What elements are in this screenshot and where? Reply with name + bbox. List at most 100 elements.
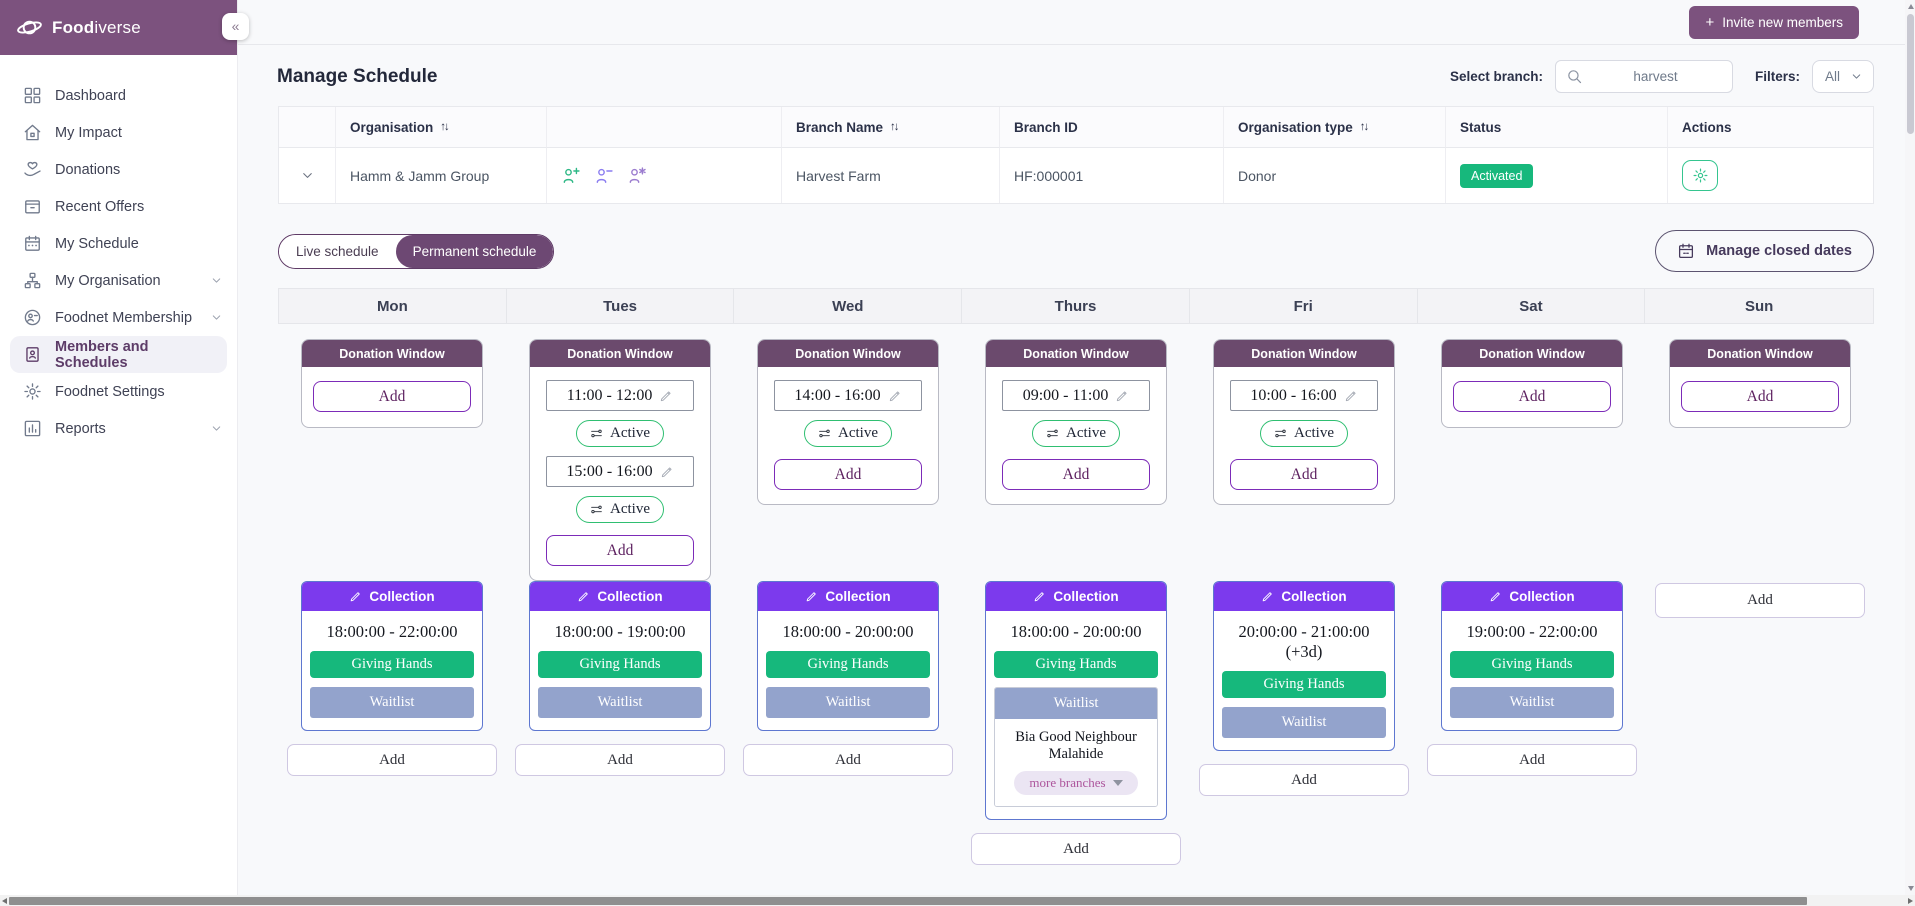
app-root: Foodiverse « Dashboard My Impact Donatio… — [0, 0, 1915, 906]
status-badge: Activated — [1460, 164, 1533, 188]
collection-card-header[interactable]: Collection — [530, 582, 710, 611]
add-collection-button[interactable]: Add — [287, 744, 497, 776]
sidebar-item-label: My Schedule — [55, 236, 139, 252]
edit-pencil-icon[interactable] — [660, 465, 674, 479]
scroll-down-arrow-icon[interactable] — [1908, 886, 1914, 891]
tab-live-schedule[interactable]: Live schedule — [279, 235, 396, 268]
scroll-left-arrow-icon[interactable] — [2, 898, 7, 904]
collection-card-header[interactable]: Collection — [1442, 582, 1622, 611]
collection-card-header[interactable]: Collection — [758, 582, 938, 611]
donation-time-input[interactable]: 11:00 - 12:00 — [546, 380, 694, 411]
sidebar-item-my-organisation[interactable]: My Organisation — [0, 262, 237, 299]
donation-time-input[interactable]: 15:00 - 16:00 — [546, 456, 694, 487]
collection-card-header[interactable]: Collection — [986, 582, 1166, 611]
remove-member-icon[interactable] — [594, 166, 614, 186]
vertical-scrollbar-thumb[interactable] — [1907, 14, 1914, 134]
add-donation-window-button[interactable]: Add — [774, 459, 922, 490]
add-donation-window-button[interactable]: Add — [1230, 459, 1378, 490]
donation-window-card: Donation Window Add — [301, 339, 483, 428]
horizontal-scrollbar-thumb[interactable] — [9, 897, 1807, 905]
sidebar-item-foodnet-settings[interactable]: Foodnet Settings — [0, 373, 237, 410]
waitlist-bar[interactable]: Waitlist — [995, 688, 1157, 719]
member-actions-cell — [547, 148, 782, 203]
add-collection-button[interactable]: Add — [1655, 583, 1865, 618]
window-active-badge[interactable]: Active — [1260, 420, 1348, 447]
calendar-icon — [23, 234, 42, 253]
invite-new-members-button[interactable]: + Invite new members — [1689, 6, 1859, 39]
add-donation-window-button[interactable]: Add — [1453, 381, 1611, 412]
donation-time-input[interactable]: 10:00 - 16:00 — [1230, 380, 1378, 411]
collection-card-header[interactable]: Collection — [1214, 582, 1394, 611]
sidebar-item-reports[interactable]: Reports — [0, 410, 237, 447]
sidebar-item-recent-offers[interactable]: Recent Offers — [0, 188, 237, 225]
collection-time: 18:00:00 - 22:00:00 — [310, 622, 474, 642]
edit-pencil-icon[interactable] — [659, 389, 673, 403]
add-donation-window-button[interactable]: Add — [313, 381, 471, 412]
calendar-icon — [1677, 242, 1695, 260]
add-collection-button[interactable]: Add — [1199, 764, 1409, 796]
sidebar-item-label: Donations — [55, 162, 120, 178]
tab-permanent-schedule[interactable]: Permanent schedule — [396, 235, 554, 268]
organisation-cell: Hamm & Jamm Group — [336, 148, 547, 203]
sidebar-item-members-and-schedules[interactable]: Members and Schedules — [10, 336, 227, 373]
window-active-badge[interactable]: Active — [804, 420, 892, 447]
waitlist-bar[interactable]: Waitlist — [1450, 687, 1614, 718]
sidebar-item-dashboard[interactable]: Dashboard — [0, 77, 237, 114]
collection-card-header[interactable]: Collection — [302, 582, 482, 611]
row-expand-toggle[interactable] — [279, 148, 336, 203]
collection-card: Collection 19:00:00 - 22:00:00 Giving Ha… — [1441, 581, 1623, 731]
edit-pencil-icon[interactable] — [888, 389, 902, 403]
waitlist-bar[interactable]: Waitlist — [1222, 707, 1386, 738]
branch-search-box[interactable] — [1555, 60, 1733, 93]
edit-pencil-icon[interactable] — [1344, 389, 1358, 403]
org-type-column-header[interactable]: Organisation type↑↓ — [1224, 107, 1446, 148]
add-collection-button[interactable]: Add — [743, 744, 953, 776]
add-member-icon[interactable] — [561, 166, 581, 186]
branch-name-column-header[interactable]: Branch Name↑↓ — [782, 107, 1000, 148]
waitlist-bar[interactable]: Waitlist — [538, 687, 702, 718]
window-active-badge[interactable]: Active — [576, 420, 664, 447]
collection-time: 18:00:00 - 20:00:00 — [994, 622, 1158, 642]
organisation-column-header[interactable]: Organisation↑↓ — [336, 107, 547, 148]
filter-select[interactable]: All — [1812, 60, 1874, 93]
row-settings-button[interactable] — [1682, 160, 1718, 191]
add-collection-button[interactable]: Add — [971, 833, 1181, 865]
window-active-badge[interactable]: Active — [576, 496, 664, 523]
scroll-up-arrow-icon[interactable] — [1908, 4, 1914, 9]
sidebar-item-my-impact[interactable]: My Impact — [0, 114, 237, 151]
add-donation-window-button[interactable]: Add — [1002, 459, 1150, 490]
donation-time-input[interactable]: 09:00 - 11:00 — [1002, 380, 1150, 411]
sidebar-item-my-schedule[interactable]: My Schedule — [0, 225, 237, 262]
sort-icon[interactable]: ↑↓ — [440, 121, 448, 133]
donation-window-title: Donation Window — [530, 340, 710, 367]
weekly-schedule-grid: Mon Tues Wed Thurs Fri Sat Sun Donation … — [278, 288, 1874, 865]
sort-icon[interactable]: ↑↓ — [1360, 121, 1368, 133]
scroll-right-arrow-icon[interactable] — [1908, 898, 1913, 904]
sort-icon[interactable]: ↑↓ — [890, 121, 898, 133]
sidebar-item-label: Recent Offers — [55, 199, 144, 215]
collection-time: 19:00:00 - 22:00:00 — [1450, 622, 1614, 642]
horizontal-scrollbar[interactable] — [0, 895, 1915, 906]
add-donation-window-button[interactable]: Add — [1681, 381, 1839, 412]
add-donation-window-button[interactable]: Add — [546, 535, 694, 566]
vertical-scrollbar[interactable] — [1905, 0, 1915, 895]
more-branches-button[interactable]: more branches — [1014, 771, 1137, 795]
edit-pencil-icon — [1033, 590, 1046, 603]
collection-col-sun: Add — [1646, 581, 1874, 865]
edit-pencil-icon[interactable] — [1115, 389, 1129, 403]
donation-time-input[interactable]: 14:00 - 16:00 — [774, 380, 922, 411]
sidebar-item-foodnet-membership[interactable]: Foodnet Membership — [0, 299, 237, 336]
waitlist-bar[interactable]: Waitlist — [310, 687, 474, 718]
donation-window-title: Donation Window — [986, 340, 1166, 367]
member-settings-icon[interactable] — [627, 166, 647, 186]
waitlist-bar[interactable]: Waitlist — [766, 687, 930, 718]
branch-search-input[interactable] — [1587, 69, 1724, 84]
add-collection-button[interactable]: Add — [515, 744, 725, 776]
collection-org-badge: Giving Hands — [538, 651, 702, 678]
manage-closed-dates-button[interactable]: Manage closed dates — [1655, 230, 1874, 272]
sidebar-collapse-button[interactable]: « — [222, 13, 249, 40]
day-header-sun: Sun — [1645, 289, 1873, 323]
add-collection-button[interactable]: Add — [1427, 744, 1637, 776]
window-active-badge[interactable]: Active — [1032, 420, 1120, 447]
sidebar-item-donations[interactable]: Donations — [0, 151, 237, 188]
